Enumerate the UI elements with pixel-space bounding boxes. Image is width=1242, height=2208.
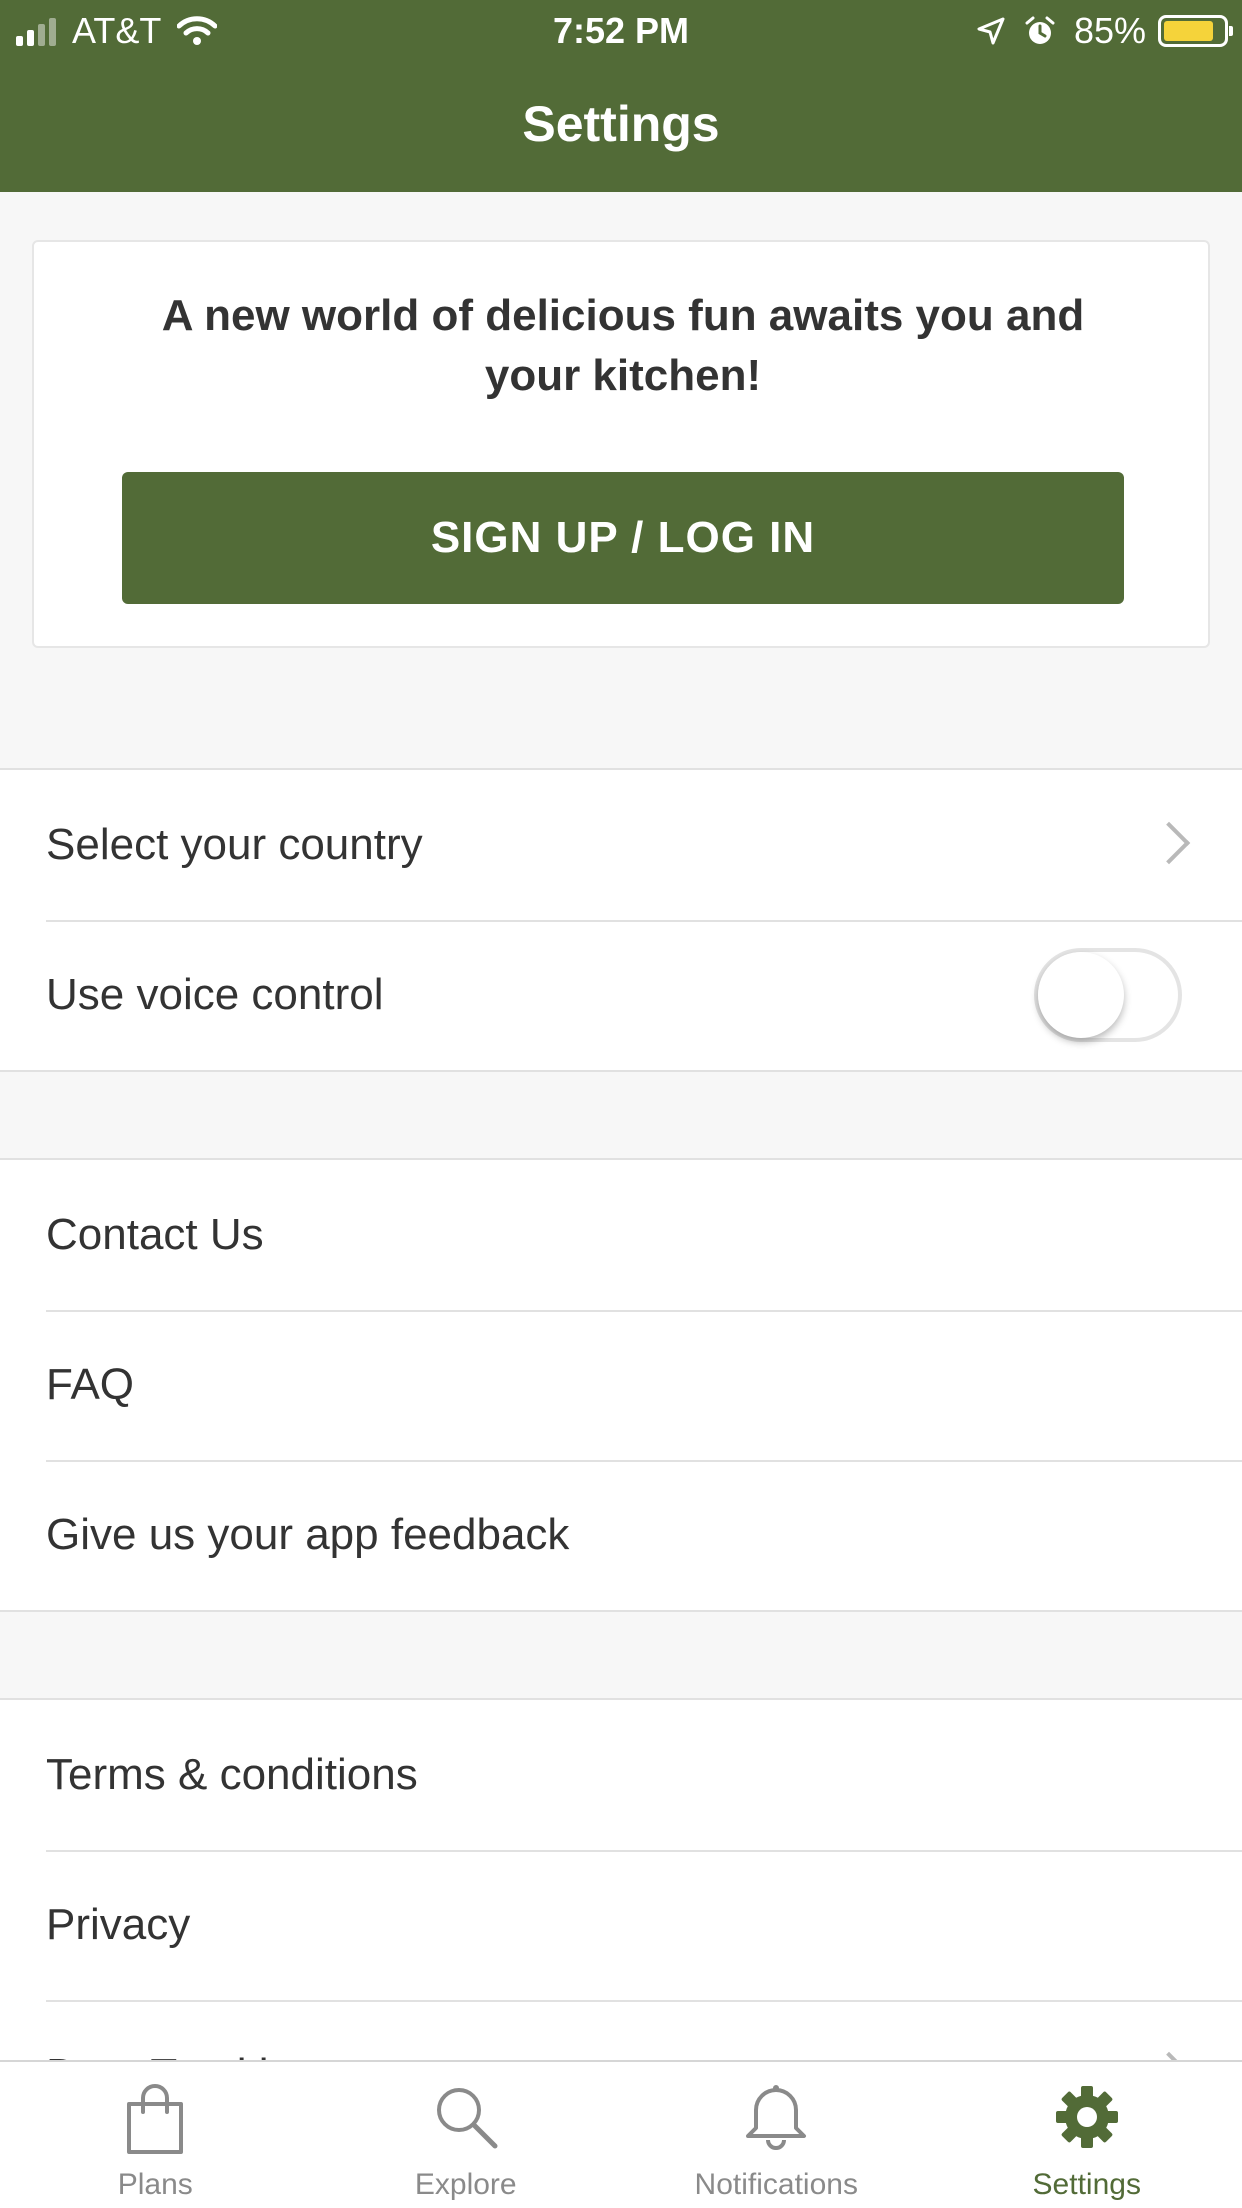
promo-text: A new world of delicious fun awaits you … xyxy=(161,291,1085,400)
search-icon xyxy=(433,2084,499,2155)
settings-group-general: Select your country Use voice control xyxy=(0,768,1242,1072)
tab-plans[interactable]: Plans xyxy=(0,2062,311,2208)
battery-icon xyxy=(1158,15,1233,47)
shopping-bag-icon xyxy=(123,2084,187,2161)
row-voice-control: Use voice control xyxy=(0,920,1242,1070)
alarm-icon xyxy=(1024,15,1056,47)
row-label: Privacy xyxy=(46,1900,191,1949)
row-label: Give us your app feedback xyxy=(46,1510,570,1559)
location-icon xyxy=(976,16,1006,46)
tab-bar: Plans Explore Notifications Settings xyxy=(0,2060,1242,2208)
bell-icon xyxy=(744,2084,808,2155)
voice-control-toggle[interactable] xyxy=(1034,948,1182,1042)
row-terms[interactable]: Terms & conditions xyxy=(0,1700,1242,1850)
row-contact-us[interactable]: Contact Us xyxy=(0,1160,1242,1310)
toggle-knob xyxy=(1038,952,1124,1038)
promo-card: A new world of delicious fun awaits you … xyxy=(32,240,1210,648)
row-label: Use voice control xyxy=(46,970,384,1019)
battery-percent: 85% xyxy=(1073,10,1146,51)
battery-fill xyxy=(1164,21,1214,41)
row-label: Terms & conditions xyxy=(46,1750,418,1799)
row-faq[interactable]: FAQ xyxy=(0,1310,1242,1460)
row-privacy[interactable]: Privacy xyxy=(0,1850,1242,2000)
status-bar: AT&T 7:52 PM 85% xyxy=(0,0,1242,62)
status-right: 85% xyxy=(976,10,1233,52)
header: AT&T 7:52 PM 85% Settings xyxy=(0,0,1242,192)
tab-label: Settings xyxy=(1032,2168,1141,2201)
row-app-feedback[interactable]: Give us your app feedback xyxy=(0,1460,1242,1610)
row-label: Contact Us xyxy=(46,1210,264,1259)
sign-up-login-button[interactable]: SIGN UP / LOG IN xyxy=(122,472,1124,604)
tab-notifications[interactable]: Notifications xyxy=(621,2062,932,2208)
tab-label: Plans xyxy=(117,2168,193,2201)
row-label: Select your country xyxy=(46,820,423,869)
tab-label: Notifications xyxy=(694,2168,858,2201)
row-label: FAQ xyxy=(46,1360,135,1409)
row-select-country[interactable]: Select your country xyxy=(0,770,1242,920)
gear-icon xyxy=(1054,2084,1120,2155)
tab-explore[interactable]: Explore xyxy=(311,2062,622,2208)
tab-label: Explore xyxy=(414,2168,517,2201)
chevron-right-icon xyxy=(1147,821,1191,865)
settings-group-support: Contact Us FAQ Give us your app feedback xyxy=(0,1158,1242,1612)
page-title: Settings xyxy=(522,96,720,152)
tab-settings[interactable]: Settings xyxy=(932,2062,1242,2208)
